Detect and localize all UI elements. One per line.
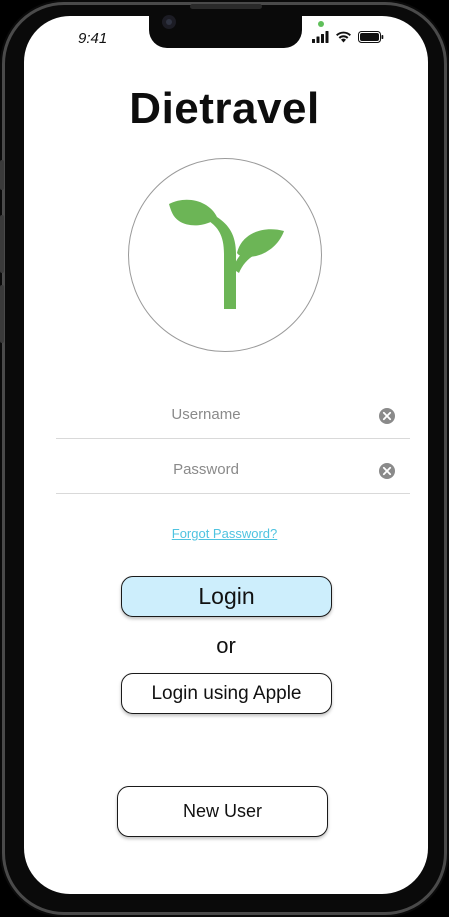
signal-icon <box>312 30 329 48</box>
password-field[interactable]: Password <box>56 449 410 494</box>
volume-down-button <box>0 285 4 343</box>
status-time: 9:41 <box>78 30 108 47</box>
speaker <box>190 4 262 9</box>
volume-up-button <box>0 215 4 273</box>
username-field[interactable]: Username <box>56 394 410 439</box>
sprout-icon <box>169 199 284 309</box>
new-user-button[interactable]: New User <box>117 786 328 837</box>
wifi-icon <box>335 30 352 48</box>
login-button[interactable]: Login <box>121 576 332 617</box>
front-camera <box>162 15 176 29</box>
app-title: Dietravel <box>129 84 320 133</box>
camera-indicator <box>318 21 324 27</box>
side-button <box>0 160 4 190</box>
forgot-password-link[interactable]: Forgot Password? <box>0 526 449 541</box>
clear-password-icon[interactable] <box>378 462 396 480</box>
username-placeholder: Username <box>171 406 241 423</box>
password-placeholder: Password <box>173 461 239 478</box>
clear-username-icon[interactable] <box>378 407 396 425</box>
status-icons <box>312 30 384 48</box>
or-divider-text: or <box>216 633 236 658</box>
login-apple-button[interactable]: Login using Apple <box>121 673 332 714</box>
app-logo <box>128 158 322 352</box>
battery-icon <box>358 30 384 48</box>
